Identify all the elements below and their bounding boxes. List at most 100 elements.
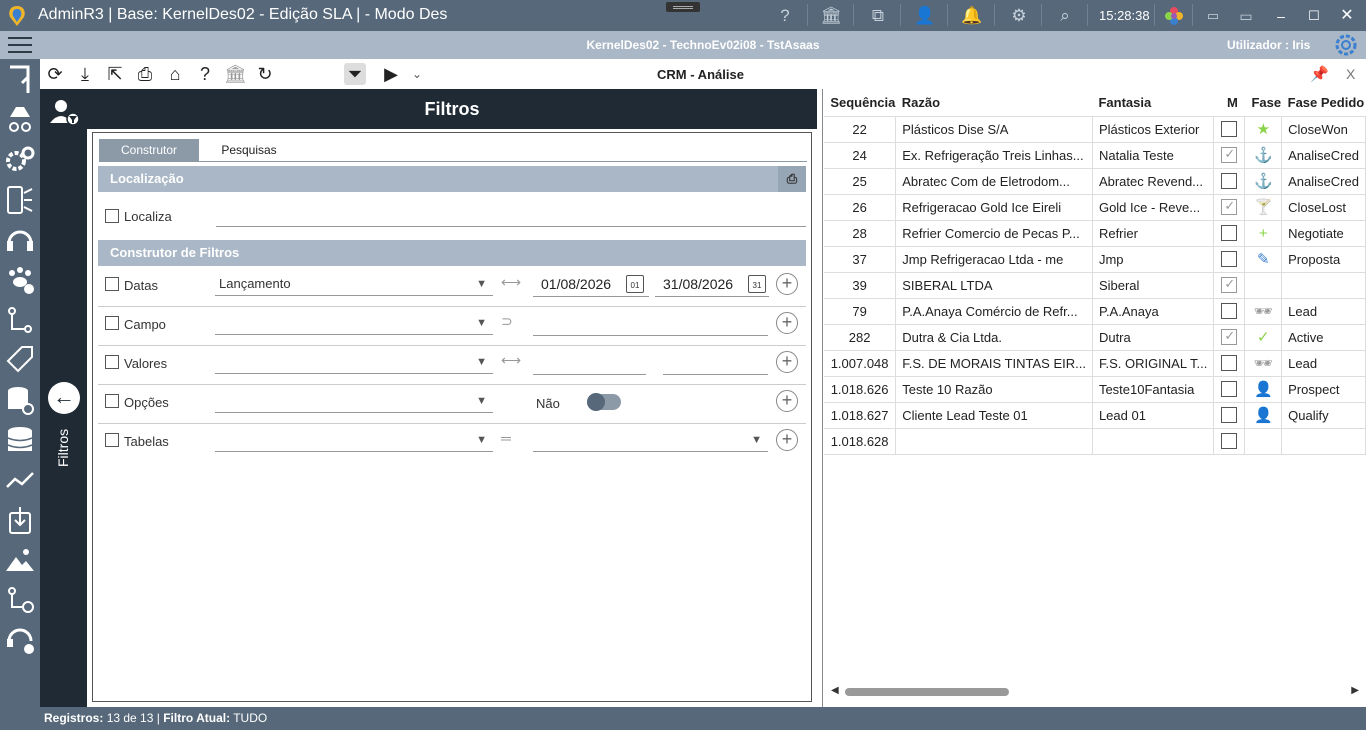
column-header[interactable]: Fase [1244,89,1282,117]
headset-icon[interactable] [4,223,36,257]
tabelas-checkbox[interactable] [105,433,119,447]
table-row[interactable]: 1.018.627 Cliente Lead Teste 01 Lead 01 👤 Qu… [824,402,1366,429]
m-checkbox[interactable] [1221,328,1238,346]
tag-icon[interactable] [4,343,36,377]
scroll-thumb[interactable] [845,688,1009,696]
close-panel-icon[interactable]: X [1346,66,1355,82]
windows-icon[interactable]: ⧉ [867,5,889,27]
date-to[interactable]: 31/08/2026 [663,276,733,292]
filter-icon[interactable]: ⏷ [344,63,366,85]
paw-filter-icon[interactable] [4,263,36,297]
scroll-right-icon[interactable]: ▶ [1351,685,1359,696]
help-icon[interactable]: ? [194,63,216,85]
play-icon[interactable]: ▶ [380,63,402,85]
m-checkbox[interactable] [1221,276,1238,294]
localiza-input[interactable] [216,226,806,227]
m-checkbox[interactable] [1221,198,1238,216]
m-checkbox[interactable] [1221,146,1238,164]
phone-share-icon[interactable] [4,183,36,217]
spy-icon[interactable] [4,101,36,135]
table-row[interactable]: 22 Plásticos Dise S/A Plásticos Exterior ★ C… [824,116,1366,143]
table-row[interactable]: 1.018.626 Teste 10 Razão Teste10Fantasia 👤 P… [824,376,1366,403]
m-checkbox[interactable] [1221,225,1238,242]
printer-icon[interactable]: ⎙ [778,166,806,192]
database-refresh-icon[interactable] [4,383,36,417]
m-checkbox[interactable] [1221,121,1238,138]
campo-select[interactable]: ▼ [215,311,493,335]
flow-check-icon[interactable] [4,583,36,617]
user-icon[interactable]: 👤 [914,5,936,27]
landscape-icon[interactable] [4,543,36,577]
add-datas-button[interactable]: + [776,273,798,295]
add-campo-button[interactable]: + [776,312,798,334]
m-checkbox[interactable] [1221,433,1238,450]
datas-checkbox[interactable] [105,277,119,291]
m-checkbox[interactable] [1221,251,1238,268]
redo-icon[interactable]: ↻ [254,63,276,85]
headset-filter-icon[interactable] [4,623,36,657]
tab-pesquisas[interactable]: Pesquisas [199,139,299,161]
color-wheel-icon[interactable] [1164,6,1184,26]
opcoes-select[interactable]: ▼ [215,389,493,413]
table-row[interactable]: 282Dutra & Cia Ltda.Dutra ✓ Active [824,324,1366,351]
pin-icon[interactable]: 📌 [1310,65,1329,83]
bell-icon[interactable]: 🔔 [961,5,983,27]
table-row[interactable]: 37 Jmp Refrigeracao Ltda - me Jmp ✎ Proposta [824,246,1366,273]
column-header[interactable]: Fase Pedido [1281,89,1366,117]
user-filter-icon[interactable] [48,97,80,127]
m-checkbox[interactable] [1221,381,1238,398]
scroll-left-icon[interactable]: ◀ [831,685,839,696]
date-from[interactable]: 01/08/2026 [541,276,611,292]
m-checkbox[interactable] [1221,173,1238,190]
export-icon[interactable]: ⇱ [104,63,126,85]
table-row[interactable]: 39 SIBERAL LTDA Siberal [824,272,1366,299]
help-icon[interactable]: ? [774,5,796,27]
flow-icon[interactable] [4,303,36,337]
line-chart-icon[interactable] [4,463,36,497]
localiza-checkbox[interactable] [105,209,119,223]
bank-icon[interactable]: 🏛 [224,63,247,85]
drag-grip[interactable] [666,2,700,12]
column-header[interactable]: Sequência [824,89,896,117]
table-row[interactable]: 79 P.A.Anaya Comércio de Refr... P.A.Anaya… [824,298,1366,325]
calendar-to-icon[interactable]: 31 [748,275,766,293]
refresh-icon[interactable]: ⟳ [44,63,66,85]
m-checkbox[interactable] [1221,303,1238,320]
table-row[interactable]: 1.007.048 F.S. DE MORAIS TINTAS EIR... F.S… [824,350,1366,377]
report-icon[interactable]: ⌂ [164,63,186,85]
m-checkbox[interactable] [1221,407,1238,424]
gears-icon[interactable] [4,143,36,177]
screen-icon[interactable]: ▭ [1235,5,1257,27]
opcoes-checkbox[interactable] [105,394,119,408]
table-row[interactable]: 24 Ex. Refrigeração Treis Linhas... Natali… [824,142,1366,169]
crane-icon[interactable] [4,63,36,97]
table-row[interactable]: 28 Refrier Comercio de Pecas P... Refrier +… [824,220,1366,247]
gear-icon[interactable]: ⚙ [1008,5,1030,27]
column-header[interactable]: Razão [895,89,1093,117]
table-row[interactable]: 26 Refrigeracao Gold Ice Eireli Gold Ice -… [824,194,1366,221]
datas-select[interactable]: Lançamento ▼ [215,272,493,296]
add-tabelas-button[interactable]: + [776,429,798,451]
print-icon[interactable]: ⎙ [134,63,156,85]
column-header[interactable]: Fantasia [1092,89,1214,117]
chat-search-icon[interactable]: ⌕ [1054,5,1076,27]
download-icon[interactable]: ⤓ [74,63,96,85]
table-row[interactable]: 1.018.628 [824,428,1366,455]
valores-to-input[interactable] [663,374,768,375]
minimize-icon[interactable]: – [1270,5,1292,27]
campo-checkbox[interactable] [105,316,119,330]
valores-from-input[interactable] [533,374,646,375]
settings-gear-icon[interactable] [1334,33,1358,57]
opcoes-toggle[interactable] [587,393,621,411]
screen-small-icon[interactable]: ▭ [1202,5,1224,27]
tabelas-select[interactable]: ▼ [215,428,493,452]
chevron-down-icon[interactable]: ⌄ [406,63,428,85]
back-arrow-icon[interactable]: ← [48,382,80,414]
calendar-from-icon[interactable]: 01 [626,275,644,293]
tab-construtor[interactable]: Construtor [99,139,199,161]
close-icon[interactable]: ✕ [1336,5,1358,27]
column-header[interactable]: M [1213,89,1245,117]
bank-icon[interactable]: 🏛 [820,5,842,27]
valores-select[interactable]: ▼ [215,350,493,374]
add-valores-button[interactable]: + [776,351,798,373]
